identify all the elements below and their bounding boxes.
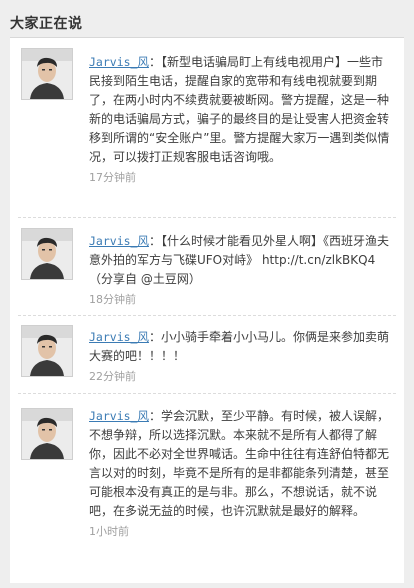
author-link[interactable]: Jarvis_风 <box>89 234 149 248</box>
user-photo-icon <box>22 326 72 376</box>
post-time: 17分钟前 <box>89 171 136 184</box>
author-separator: ： <box>148 409 161 423</box>
user-photo-icon <box>22 49 72 99</box>
avatar[interactable] <box>21 408 73 460</box>
post-text: 学会沉默，至少平静。有时候，被人误解，不想争辩，所以选择沉默。本来就不是所有人都… <box>89 409 390 518</box>
post-time: 18分钟前 <box>89 293 136 306</box>
feed-widget: 大家正在说 Jarvis_风：【新型电话骗局盯上有线电视用户】一些市民接到陌生电… <box>0 0 414 588</box>
feed-item-content: Jarvis_风：学会沉默，至少平静。有时候，被人误解，不想争辩，所以选择沉默。… <box>89 407 393 541</box>
user-photo-icon <box>22 229 72 279</box>
item-divider <box>18 315 396 316</box>
author-separator: ： <box>148 234 161 248</box>
author-link[interactable]: Jarvis_风 <box>89 55 149 69</box>
author-separator: ： <box>148 330 161 344</box>
author-link[interactable]: Jarvis_风 <box>89 409 149 423</box>
post-time: 1小时前 <box>89 525 129 538</box>
user-photo-icon <box>22 409 72 459</box>
widget-title: 大家正在说 <box>10 16 83 32</box>
avatar[interactable] <box>21 228 73 280</box>
feed-item-content: Jarvis_风：【新型电话骗局盯上有线电视用户】一些市民接到陌生电话，提醒自家… <box>89 53 393 187</box>
avatar[interactable] <box>21 325 73 377</box>
post-time: 22分钟前 <box>89 370 136 383</box>
item-divider <box>18 217 396 218</box>
item-divider <box>18 393 396 394</box>
avatar[interactable] <box>21 48 73 100</box>
feed-item-content: Jarvis_风：小小骑手牵着小小马儿。你俩是来参加卖萌大赛的吧！！！！ 22分… <box>89 328 393 386</box>
author-separator: ： <box>148 55 161 69</box>
feed-item-content: Jarvis_风：【什么时候才能看见外星人啊】《西班牙渔夫意外拍的军方与飞碟UF… <box>89 232 393 309</box>
feed-panel: Jarvis_风：【新型电话骗局盯上有线电视用户】一些市民接到陌生电话，提醒自家… <box>10 37 404 583</box>
post-text: 【新型电话骗局盯上有线电视用户】一些市民接到陌生电话，提醒自家的宽带和有线电视就… <box>89 55 390 164</box>
author-link[interactable]: Jarvis_风 <box>89 330 149 344</box>
